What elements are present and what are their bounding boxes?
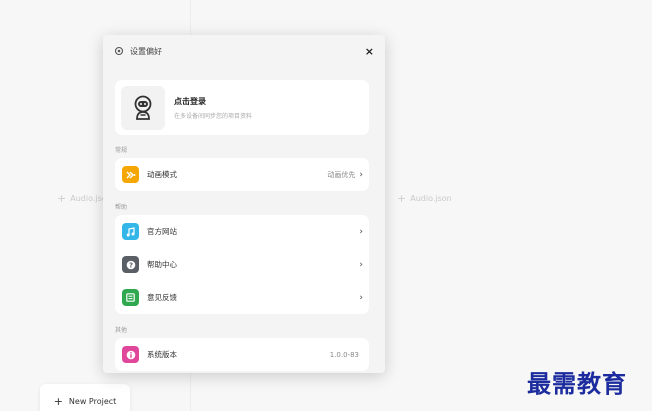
- animation-mode-item[interactable]: 动画模式 动画优先 ›: [115, 158, 369, 191]
- modal-title: 设置偏好: [130, 46, 162, 56]
- official-website-label: 官方网站: [147, 227, 177, 236]
- plus-icon: +: [57, 192, 67, 205]
- feedback-icon: [122, 289, 139, 306]
- chevron-right-icon: ›: [359, 226, 363, 237]
- gear-icon: [114, 46, 124, 56]
- animation-mode-value: 动画优先: [327, 170, 356, 179]
- settings-modal: 设置偏好 × 点击登录 在多设备间同步您的项目资料 常规 动画模式 动画优先 ›…: [103, 35, 385, 373]
- feedback-label: 意见反馈: [147, 293, 177, 302]
- help-center-item[interactable]: ? 帮助中心 ›: [115, 248, 369, 281]
- plus-icon: +: [397, 192, 407, 205]
- background-track-right: + Audio.json: [397, 192, 452, 205]
- avatar: [121, 85, 165, 130]
- official-website-item[interactable]: 官方网站 ›: [115, 215, 369, 248]
- modal-body: 点击登录 在多设备间同步您的项目资料 常规 动画模式 动画优先 › 帮助 官方网…: [103, 67, 385, 371]
- track-right-label: Audio.json: [410, 194, 452, 203]
- feedback-item[interactable]: 意见反馈 ›: [115, 281, 369, 314]
- section-label-help: 帮助: [115, 204, 128, 211]
- section-label-general: 常规: [115, 147, 128, 154]
- new-project-label: New Project: [68, 396, 117, 406]
- system-version-label: 系统版本: [147, 350, 177, 359]
- general-card: 动画模式 动画优先 ›: [115, 158, 369, 191]
- new-project-button[interactable]: + New Project: [40, 384, 130, 411]
- question-icon: ?: [122, 256, 139, 273]
- watermark-text: 最需教育: [527, 369, 627, 398]
- modal-header: 设置偏好 ×: [103, 35, 385, 67]
- info-icon: [122, 346, 139, 363]
- astronaut-icon: [134, 95, 152, 120]
- chevron-right-icon: ›: [359, 169, 363, 180]
- system-version-item: 系统版本 1.0.0-83: [115, 338, 369, 371]
- plus-icon: +: [53, 394, 63, 408]
- music-note-icon: [122, 223, 139, 240]
- login-title: 点击登录: [174, 96, 206, 106]
- help-card: 官方网站 › ? 帮助中心 › 意见反馈 ›: [115, 215, 369, 314]
- section-label-other: 其他: [115, 327, 128, 334]
- help-center-label: 帮助中心: [147, 260, 177, 269]
- svg-text:?: ?: [128, 261, 132, 269]
- login-subtitle: 在多设备间同步您的项目资料: [174, 112, 253, 120]
- chevron-right-icon: ›: [359, 259, 363, 270]
- close-icon[interactable]: ×: [365, 45, 374, 58]
- login-text: 点击登录 在多设备间同步您的项目资料: [174, 96, 252, 120]
- login-card[interactable]: 点击登录 在多设备间同步您的项目资料: [115, 80, 369, 135]
- system-version-value: 1.0.0-83: [329, 350, 359, 359]
- chevron-right-icon: ›: [359, 292, 363, 303]
- other-card: 系统版本 1.0.0-83: [115, 338, 369, 371]
- animation-icon: [122, 166, 139, 183]
- animation-mode-label: 动画模式: [147, 170, 177, 179]
